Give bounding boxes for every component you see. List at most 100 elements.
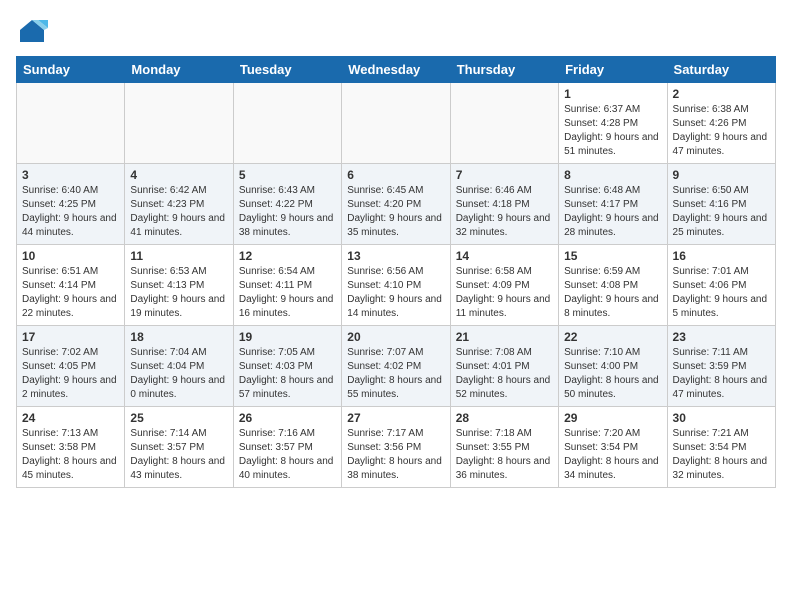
logo bbox=[16, 16, 52, 48]
day-info-16: Sunrise: 7:01 AM Sunset: 4:06 PM Dayligh… bbox=[673, 265, 770, 321]
header-thursday: Thursday bbox=[450, 57, 558, 83]
day-number-7: 7 bbox=[456, 168, 553, 182]
week-row-2: 3 Sunrise: 6:40 AM Sunset: 4:25 PM Daylig… bbox=[17, 164, 776, 245]
day-number-9: 9 bbox=[673, 168, 770, 182]
day-info-3: Sunrise: 6:40 AM Sunset: 4:25 PM Dayligh… bbox=[22, 184, 119, 240]
day-number-17: 17 bbox=[22, 330, 119, 344]
day-16: 16 Sunrise: 7:01 AM Sunset: 4:06 PM Dayli… bbox=[667, 245, 775, 326]
day-number-27: 27 bbox=[347, 411, 444, 425]
day-1: 1 Sunrise: 6:37 AM Sunset: 4:28 PM Daylig… bbox=[559, 83, 667, 164]
day-info-13: Sunrise: 6:56 AM Sunset: 4:10 PM Dayligh… bbox=[347, 265, 444, 321]
day-24: 24 Sunrise: 7:13 AM Sunset: 3:58 PM Dayli… bbox=[17, 407, 125, 488]
day-number-12: 12 bbox=[239, 249, 336, 263]
header-saturday: Saturday bbox=[667, 57, 775, 83]
day-25: 25 Sunrise: 7:14 AM Sunset: 3:57 PM Dayli… bbox=[125, 407, 233, 488]
day-number-10: 10 bbox=[22, 249, 119, 263]
day-info-10: Sunrise: 6:51 AM Sunset: 4:14 PM Dayligh… bbox=[22, 265, 119, 321]
day-number-14: 14 bbox=[456, 249, 553, 263]
day-15: 15 Sunrise: 6:59 AM Sunset: 4:08 PM Dayli… bbox=[559, 245, 667, 326]
day-number-2: 2 bbox=[673, 87, 770, 101]
day-19: 19 Sunrise: 7:05 AM Sunset: 4:03 PM Dayli… bbox=[233, 326, 341, 407]
day-28: 28 Sunrise: 7:18 AM Sunset: 3:55 PM Dayli… bbox=[450, 407, 558, 488]
logo-icon bbox=[16, 16, 48, 48]
day-number-23: 23 bbox=[673, 330, 770, 344]
day-info-6: Sunrise: 6:45 AM Sunset: 4:20 PM Dayligh… bbox=[347, 184, 444, 240]
week-row-1: 1 Sunrise: 6:37 AM Sunset: 4:28 PM Daylig… bbox=[17, 83, 776, 164]
empty-day bbox=[233, 83, 341, 164]
day-number-21: 21 bbox=[456, 330, 553, 344]
day-22: 22 Sunrise: 7:10 AM Sunset: 4:00 PM Dayli… bbox=[559, 326, 667, 407]
day-info-25: Sunrise: 7:14 AM Sunset: 3:57 PM Dayligh… bbox=[130, 427, 227, 483]
day-info-22: Sunrise: 7:10 AM Sunset: 4:00 PM Dayligh… bbox=[564, 346, 661, 402]
day-7: 7 Sunrise: 6:46 AM Sunset: 4:18 PM Daylig… bbox=[450, 164, 558, 245]
day-info-19: Sunrise: 7:05 AM Sunset: 4:03 PM Dayligh… bbox=[239, 346, 336, 402]
day-11: 11Sunrise: 6:53 AM Sunset: 4:13 PM Dayli… bbox=[125, 245, 233, 326]
day-number-28: 28 bbox=[456, 411, 553, 425]
day-info-2: Sunrise: 6:38 AM Sunset: 4:26 PM Dayligh… bbox=[673, 103, 770, 159]
day-info-24: Sunrise: 7:13 AM Sunset: 3:58 PM Dayligh… bbox=[22, 427, 119, 483]
day-number-19: 19 bbox=[239, 330, 336, 344]
day-number-5: 5 bbox=[239, 168, 336, 182]
day-29: 29Sunrise: 7:20 AM Sunset: 3:54 PM Dayli… bbox=[559, 407, 667, 488]
day-info-1: Sunrise: 6:37 AM Sunset: 4:28 PM Dayligh… bbox=[564, 103, 661, 159]
day-5: 5 Sunrise: 6:43 AM Sunset: 4:22 PM Daylig… bbox=[233, 164, 341, 245]
header-tuesday: Tuesday bbox=[233, 57, 341, 83]
day-info-7: Sunrise: 6:46 AM Sunset: 4:18 PM Dayligh… bbox=[456, 184, 553, 240]
day-number-26: 26 bbox=[239, 411, 336, 425]
day-number-11: 11 bbox=[130, 249, 227, 263]
day-info-8: Sunrise: 6:48 AM Sunset: 4:17 PM Dayligh… bbox=[564, 184, 661, 240]
day-info-18: Sunrise: 7:04 AM Sunset: 4:04 PM Dayligh… bbox=[130, 346, 227, 402]
day-9: 9 Sunrise: 6:50 AM Sunset: 4:16 PM Daylig… bbox=[667, 164, 775, 245]
day-23: 23Sunrise: 7:11 AM Sunset: 3:59 PM Dayli… bbox=[667, 326, 775, 407]
day-17: 17 Sunrise: 7:02 AM Sunset: 4:05 PM Dayli… bbox=[17, 326, 125, 407]
empty-day bbox=[342, 83, 450, 164]
day-6: 6Sunrise: 6:45 AM Sunset: 4:20 PM Daylig… bbox=[342, 164, 450, 245]
day-number-1: 1 bbox=[564, 87, 661, 101]
day-27: 27 Sunrise: 7:17 AM Sunset: 3:56 PM Dayli… bbox=[342, 407, 450, 488]
header-wednesday: Wednesday bbox=[342, 57, 450, 83]
day-number-30: 30 bbox=[673, 411, 770, 425]
day-info-20: Sunrise: 7:07 AM Sunset: 4:02 PM Dayligh… bbox=[347, 346, 444, 402]
day-2: 2 Sunrise: 6:38 AM Sunset: 4:26 PM Daylig… bbox=[667, 83, 775, 164]
day-number-25: 25 bbox=[130, 411, 227, 425]
day-10: 10 Sunrise: 6:51 AM Sunset: 4:14 PM Dayli… bbox=[17, 245, 125, 326]
day-number-13: 13 bbox=[347, 249, 444, 263]
day-number-15: 15 bbox=[564, 249, 661, 263]
day-number-22: 22 bbox=[564, 330, 661, 344]
day-info-9: Sunrise: 6:50 AM Sunset: 4:16 PM Dayligh… bbox=[673, 184, 770, 240]
header-monday: Monday bbox=[125, 57, 233, 83]
day-12: 12 Sunrise: 6:54 AM Sunset: 4:11 PM Dayli… bbox=[233, 245, 341, 326]
day-info-4: Sunrise: 6:42 AM Sunset: 4:23 PM Dayligh… bbox=[130, 184, 227, 240]
week-row-5: 24 Sunrise: 7:13 AM Sunset: 3:58 PM Dayli… bbox=[17, 407, 776, 488]
day-info-12: Sunrise: 6:54 AM Sunset: 4:11 PM Dayligh… bbox=[239, 265, 336, 321]
day-number-18: 18 bbox=[130, 330, 227, 344]
day-8: 8 Sunrise: 6:48 AM Sunset: 4:17 PM Daylig… bbox=[559, 164, 667, 245]
day-20: 20 Sunrise: 7:07 AM Sunset: 4:02 PM Dayli… bbox=[342, 326, 450, 407]
day-info-15: Sunrise: 6:59 AM Sunset: 4:08 PM Dayligh… bbox=[564, 265, 661, 321]
day-30: 30Sunrise: 7:21 AM Sunset: 3:54 PM Dayli… bbox=[667, 407, 775, 488]
empty-day bbox=[450, 83, 558, 164]
day-18: 18 Sunrise: 7:04 AM Sunset: 4:04 PM Dayli… bbox=[125, 326, 233, 407]
day-info-21: Sunrise: 7:08 AM Sunset: 4:01 PM Dayligh… bbox=[456, 346, 553, 402]
empty-day bbox=[125, 83, 233, 164]
day-number-4: 4 bbox=[130, 168, 227, 182]
day-info-27: Sunrise: 7:17 AM Sunset: 3:56 PM Dayligh… bbox=[347, 427, 444, 483]
page-header bbox=[16, 16, 776, 48]
day-info-29: Sunrise: 7:20 AM Sunset: 3:54 PM Dayligh… bbox=[564, 427, 661, 483]
day-3: 3 Sunrise: 6:40 AM Sunset: 4:25 PM Daylig… bbox=[17, 164, 125, 245]
day-info-28: Sunrise: 7:18 AM Sunset: 3:55 PM Dayligh… bbox=[456, 427, 553, 483]
day-number-16: 16 bbox=[673, 249, 770, 263]
day-info-17: Sunrise: 7:02 AM Sunset: 4:05 PM Dayligh… bbox=[22, 346, 119, 402]
day-21: 21 Sunrise: 7:08 AM Sunset: 4:01 PM Dayli… bbox=[450, 326, 558, 407]
empty-day bbox=[17, 83, 125, 164]
week-row-3: 10 Sunrise: 6:51 AM Sunset: 4:14 PM Dayli… bbox=[17, 245, 776, 326]
day-number-24: 24 bbox=[22, 411, 119, 425]
day-info-14: Sunrise: 6:58 AM Sunset: 4:09 PM Dayligh… bbox=[456, 265, 553, 321]
day-info-5: Sunrise: 6:43 AM Sunset: 4:22 PM Dayligh… bbox=[239, 184, 336, 240]
day-13: 13 Sunrise: 6:56 AM Sunset: 4:10 PM Dayli… bbox=[342, 245, 450, 326]
day-number-8: 8 bbox=[564, 168, 661, 182]
header-sunday: Sunday bbox=[17, 57, 125, 83]
day-number-20: 20 bbox=[347, 330, 444, 344]
day-26: 26Sunrise: 7:16 AM Sunset: 3:57 PM Dayli… bbox=[233, 407, 341, 488]
day-number-3: 3 bbox=[22, 168, 119, 182]
